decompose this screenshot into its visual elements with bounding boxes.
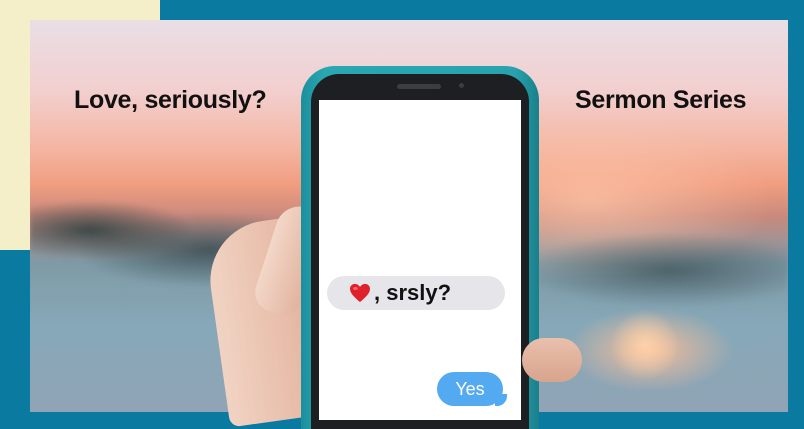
sun-reflection [610,310,680,380]
phone-bezel: , srsly? Yes [311,74,529,429]
camera-icon [459,83,464,88]
received-message-bubble: , srsly? [327,276,505,310]
red-heart-icon [350,283,370,303]
received-message-text: , srsly? [374,280,452,305]
finger [522,338,582,382]
phone: , srsly? Yes [301,66,539,429]
speaker-icon [397,84,441,89]
series-title: Love, seriously? [74,86,267,114]
banner-frame: Love, seriously? Sermon Series , srsly? … [0,0,804,429]
phone-screen: , srsly? Yes [319,100,521,420]
series-subtitle: Sermon Series [575,86,747,114]
sent-message-bubble: Yes [437,372,503,406]
